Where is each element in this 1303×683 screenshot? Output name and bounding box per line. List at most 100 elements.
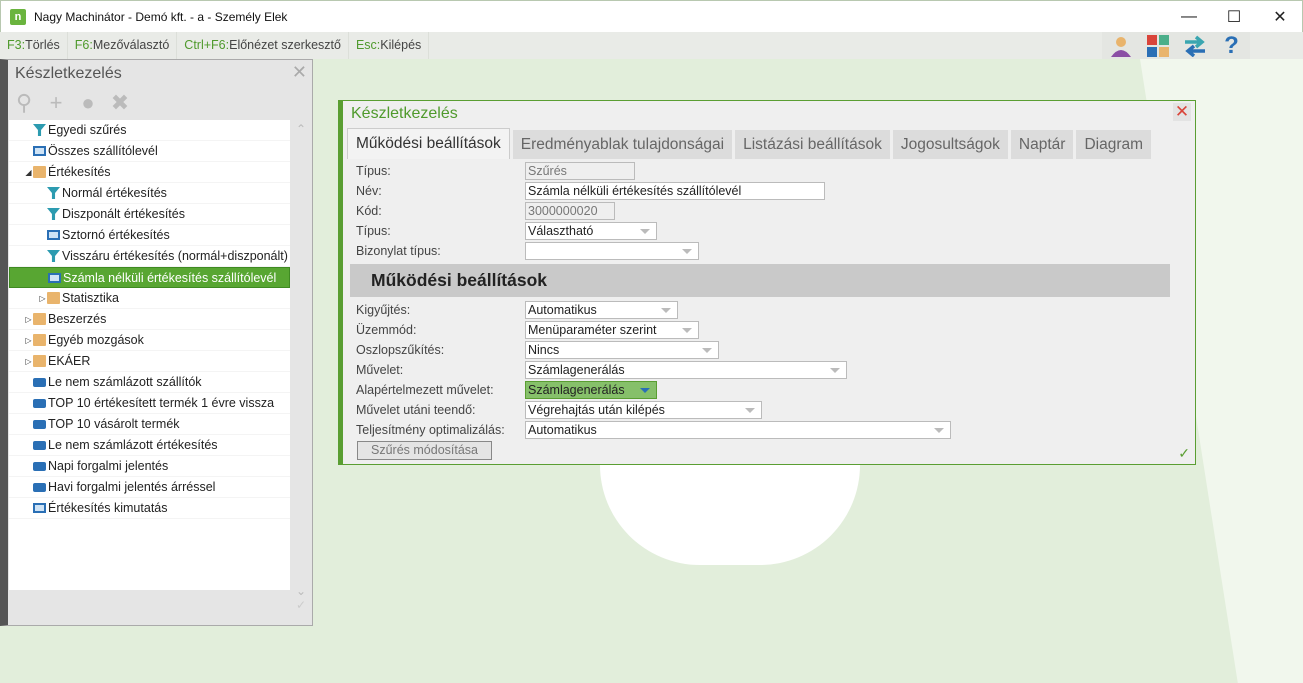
text-field: Szűrés <box>525 162 635 180</box>
print-icon <box>33 440 46 450</box>
tree-item-label: Egyedi szűrés <box>48 123 127 137</box>
tree-item[interactable]: Normál értékesítés <box>9 183 290 204</box>
hotkey-preview-editor[interactable]: Ctrl+F6:Előnézet szerkesztő <box>177 32 349 59</box>
navigation-panel: Készletkezelés ✕ ⚲ + ● ✖ Egyedi szűrés Ös… <box>0 59 313 626</box>
tree-item[interactable]: ▷ Statisztika <box>9 288 290 309</box>
unpin-icon[interactable]: ✖ <box>108 90 132 115</box>
navigation-tree: Egyedi szűrés Összes szállítólevél ◢ Értéke… <box>9 120 290 590</box>
form-row: Alapértelmezett művelet: Számlagenerálás <box>356 380 657 400</box>
tree-item[interactable]: ▷ Beszerzés <box>9 309 290 330</box>
collapsed-arrow-icon[interactable]: ▷ <box>24 357 33 366</box>
tree-item[interactable]: ▷ EKÁER <box>9 351 290 372</box>
tree-item[interactable]: Diszponált értékesítés <box>9 204 290 225</box>
field-label: Üzemmód: <box>356 323 417 337</box>
field-value: Számlagenerálás <box>528 363 625 377</box>
tab-calendar[interactable]: Naptár <box>1010 130 1074 159</box>
dropdown-arrow-icon[interactable] <box>830 368 840 373</box>
collapsed-arrow-icon[interactable]: ▷ <box>24 315 33 324</box>
dialog-title: Készletkezelés <box>351 105 458 122</box>
tree-item[interactable]: TOP 10 értékesített termék 1 évre vissza <box>9 393 290 414</box>
tab-permissions[interactable]: Jogosultságok <box>892 130 1008 159</box>
dropdown-field[interactable]: Automatikus <box>525 421 951 439</box>
tree-item[interactable]: Le nem számlázott szállítók <box>9 372 290 393</box>
tree-item[interactable]: Napi forgalmi jelentés <box>9 456 290 477</box>
dropdown-arrow-icon[interactable] <box>682 328 692 333</box>
collapsed-arrow-icon[interactable]: ▷ <box>24 336 33 345</box>
filter-icon <box>47 250 60 262</box>
field-value: Automatikus <box>528 423 597 437</box>
dropdown-arrow-icon[interactable] <box>702 348 712 353</box>
print-icon <box>33 377 46 387</box>
settings-dialog: Készletkezelés ✕ Működési beállítások Er… <box>338 100 1196 465</box>
scroll-down-icon[interactable]: ⌄ <box>291 584 311 598</box>
dropdown-field[interactable]: Nincs <box>525 341 719 359</box>
dropdown-field[interactable]: Végrehajtás után kilépés <box>525 401 762 419</box>
hotkey-label: Törlés <box>25 38 60 52</box>
dropdown-arrow-icon[interactable] <box>745 408 755 413</box>
field-label: Alapértelmezett művelet: <box>356 383 494 397</box>
switch-arrows-icon[interactable] <box>1176 32 1213 59</box>
dropdown-arrow-icon[interactable] <box>934 428 944 433</box>
tree-item[interactable]: Visszáru értékesítés (normál+diszponált) <box>9 246 290 267</box>
dropdown-field[interactable] <box>525 242 699 260</box>
form-row: Oszlopszűkítés: Nincs <box>356 340 719 360</box>
dropdown-arrow-icon[interactable] <box>682 249 692 254</box>
tree-icon[interactable]: ● <box>76 90 100 115</box>
close-window-button[interactable]: ✕ <box>1257 1 1303 33</box>
tree-scrollbar[interactable]: ⌃ ⌄ ✓ <box>291 120 311 620</box>
dropdown-field[interactable]: Számlagenerálás <box>525 361 847 379</box>
hotkey-label: Mezőválasztó <box>92 38 170 52</box>
tree-item[interactable]: ▷ Egyéb mozgások <box>9 330 290 351</box>
print-icon <box>33 398 46 408</box>
tree-item[interactable]: Értékesítés kimutatás <box>9 498 290 519</box>
tree-item[interactable]: Sztornó értékesítés <box>9 225 290 246</box>
maximize-button[interactable]: ☐ <box>1211 1 1257 33</box>
field-label: Teljesítmény optimalizálás: <box>356 423 505 437</box>
confirm-check-icon[interactable]: ✓ <box>1178 445 1190 462</box>
tab-operational-settings[interactable]: Működési beállítások <box>347 128 510 159</box>
search-icon[interactable]: ⚲ <box>12 90 36 115</box>
tree-item[interactable]: Számla nélküli értékesítés szállítólevél <box>9 267 290 288</box>
dropdown-arrow-icon[interactable] <box>640 229 650 234</box>
minimize-button[interactable]: — <box>1166 1 1212 33</box>
tree-item[interactable]: Le nem számlázott értékesítés <box>9 435 290 456</box>
tree-item[interactable]: Havi forgalmi jelentés árréssel <box>9 477 290 498</box>
dropdown-arrow-icon[interactable] <box>640 388 650 393</box>
field-label: Művelet utáni teendő: <box>356 403 476 417</box>
form-row: Művelet: Számlagenerálás <box>356 360 847 380</box>
tree-item-label: TOP 10 értékesített termék 1 évre vissza <box>48 396 275 410</box>
print-icon <box>33 461 46 471</box>
help-icon[interactable]: ? <box>1213 32 1250 59</box>
dropdown-field[interactable]: Számlagenerálás <box>525 381 657 399</box>
field-value: Nincs <box>528 343 560 357</box>
text-field[interactable]: Számla nélküli értékesítés szállítólevél <box>525 182 825 200</box>
dialog-close-button[interactable]: ✕ <box>1173 103 1191 121</box>
dropdown-field[interactable]: Menüparaméter szerint <box>525 321 699 339</box>
tab-listing-settings[interactable]: Listázási beállítások <box>735 130 890 159</box>
modules-grid-icon[interactable] <box>1139 32 1176 59</box>
scroll-up-icon[interactable]: ⌃ <box>291 122 311 136</box>
expanded-arrow-icon[interactable]: ◢ <box>24 168 33 177</box>
tree-item-label: Beszerzés <box>48 312 107 326</box>
hotkey-exit[interactable]: Esc:Kilépés <box>349 32 430 59</box>
tree-item[interactable]: TOP 10 vásárolt termék <box>9 414 290 435</box>
tree-item[interactable]: Egyedi szűrés <box>9 120 290 141</box>
tree-item[interactable]: Összes szállítólevél <box>9 141 290 162</box>
monitor-icon <box>33 146 46 156</box>
collapsed-arrow-icon[interactable]: ▷ <box>38 294 47 303</box>
dropdown-field[interactable]: Választható <box>525 222 657 240</box>
tree-item[interactable]: ◢ Értékesítés <box>9 162 290 183</box>
dropdown-field[interactable]: Automatikus <box>525 301 678 319</box>
panel-close-icon[interactable]: ✕ <box>292 62 307 83</box>
tab-result-window-properties[interactable]: Eredményablak tulajdonságai <box>512 130 733 159</box>
tree-item-label: Értékesítés <box>48 165 111 179</box>
modify-filter-button[interactable]: Szűrés módosítása <box>357 441 492 460</box>
tab-diagram[interactable]: Diagram <box>1076 130 1152 159</box>
user-icon[interactable] <box>1102 32 1139 59</box>
hotkey-delete[interactable]: F3:Törlés <box>0 32 68 59</box>
field-label: Oszlopszűkítés: <box>356 343 445 357</box>
add-icon[interactable]: + <box>44 90 68 115</box>
form-row: Kigyűjtés: Automatikus <box>356 300 678 320</box>
dropdown-arrow-icon[interactable] <box>661 308 671 313</box>
hotkey-field-chooser[interactable]: F6:Mezőválasztó <box>68 32 178 59</box>
